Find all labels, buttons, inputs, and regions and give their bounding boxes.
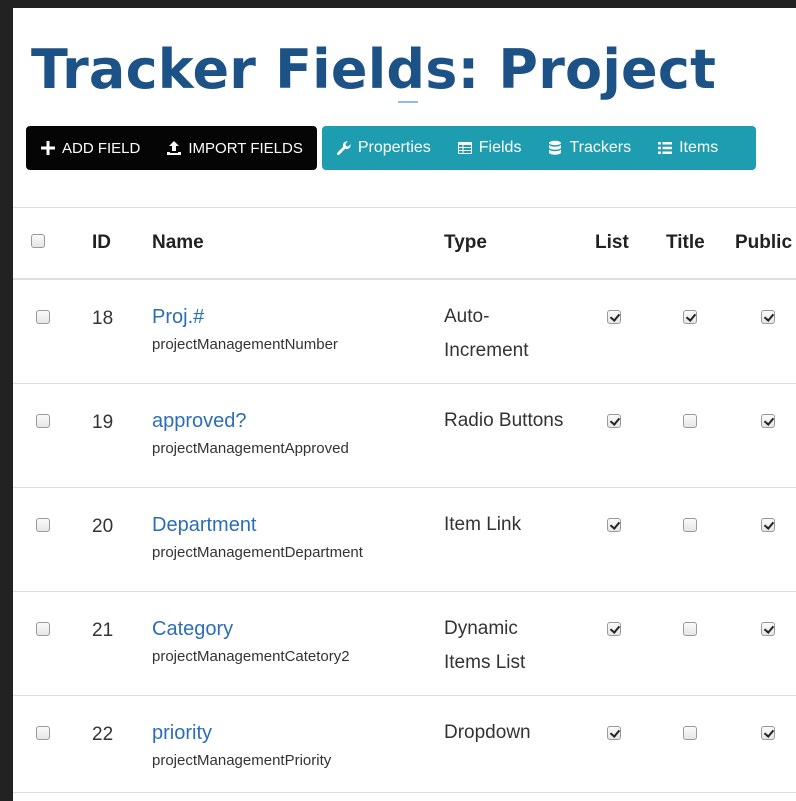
title-checkbox[interactable]	[683, 518, 697, 532]
field-name-cell: Proj.# projectManagementNumber	[152, 306, 338, 353]
table-row: 18 Proj.# projectManagementNumber Auto-I…	[13, 280, 796, 384]
toolbar: ADD FIELD IMPORT FIELDS Properties Field…	[26, 126, 756, 170]
field-type: Radio Buttons	[444, 410, 564, 431]
field-name-link[interactable]: Department	[152, 514, 363, 537]
properties-label: Properties	[357, 139, 431, 156]
field-name-cell: priority projectManagementPriority	[152, 722, 331, 769]
list-checkbox[interactable]	[607, 414, 621, 428]
trackers-button[interactable]: Trackers	[547, 139, 631, 157]
field-id: 22	[92, 724, 114, 745]
field-permname: projectManagementPriority	[152, 752, 332, 769]
select-all-checkbox[interactable]	[31, 234, 45, 248]
list-checkbox[interactable]	[607, 726, 621, 740]
upload-icon	[167, 141, 182, 155]
fields-button[interactable]: Fields	[457, 139, 522, 157]
table-header-row: ID Name Type List Title Public	[13, 208, 796, 280]
field-name-link[interactable]: Proj.#	[152, 306, 338, 329]
field-name-link[interactable]: Category	[152, 618, 350, 641]
items-button[interactable]: Items	[657, 139, 718, 157]
fields-table: ID Name Type List Title Public 18 Proj.#…	[13, 207, 796, 793]
wrench-icon	[336, 141, 351, 156]
public-checkbox[interactable]	[761, 726, 775, 740]
fields-label: Fields	[478, 139, 522, 156]
field-name-link[interactable]: priority	[152, 722, 331, 745]
public-checkbox[interactable]	[761, 310, 775, 324]
list-icon	[658, 142, 673, 154]
table-row: 21 Category projectManagementCatetory2 D…	[13, 592, 796, 696]
title-checkbox[interactable]	[683, 414, 697, 428]
properties-button[interactable]: Properties	[336, 139, 431, 157]
items-label: Items	[679, 139, 719, 156]
row-select-checkbox[interactable]	[36, 726, 50, 740]
column-header-name[interactable]: Name	[152, 232, 204, 254]
page-title: Tracker Fields: Project	[31, 38, 717, 101]
column-header-list[interactable]: List	[595, 232, 629, 254]
field-id: 18	[92, 308, 114, 329]
page: Tracker Fields: Project ADD FIELD IMPORT…	[13, 8, 796, 801]
field-id: 19	[92, 412, 114, 433]
add-field-label: ADD FIELD	[62, 139, 141, 157]
title-checkbox[interactable]	[683, 726, 697, 740]
field-id: 21	[92, 620, 114, 641]
trackers-label: Trackers	[569, 139, 632, 156]
field-name-cell: approved? projectManagementApproved	[152, 410, 349, 457]
field-name-link[interactable]: approved?	[152, 410, 349, 433]
field-permname: projectManagementApproved	[152, 440, 349, 457]
field-name-cell: Category projectManagementCatetory2	[152, 618, 350, 665]
field-id: 20	[92, 516, 114, 537]
field-type: Auto-Increment	[444, 306, 529, 361]
column-header-type[interactable]: Type	[444, 232, 487, 254]
table-row: 19 approved? projectManagementApproved R…	[13, 384, 796, 488]
column-header-public[interactable]: Public	[735, 232, 792, 254]
field-type: Item Link	[444, 514, 522, 535]
row-select-checkbox[interactable]	[36, 414, 50, 428]
field-permname: projectManagementNumber	[152, 336, 338, 353]
import-fields-button[interactable]: IMPORT FIELDS	[166, 139, 303, 157]
title-checkbox[interactable]	[683, 622, 697, 636]
title-underline-mark	[398, 101, 418, 103]
row-select-checkbox[interactable]	[36, 310, 50, 324]
row-select-checkbox[interactable]	[36, 518, 50, 532]
list-checkbox[interactable]	[607, 310, 621, 324]
table-icon	[457, 142, 472, 154]
column-header-title[interactable]: Title	[666, 232, 705, 254]
import-fields-label: IMPORT FIELDS	[188, 139, 303, 157]
field-permname: projectManagementDepartment	[152, 544, 363, 561]
plus-icon	[41, 141, 55, 155]
navigation-button-group: Properties Fields Trackers Items	[321, 126, 756, 170]
field-type: Dynamic Items List	[444, 618, 526, 673]
public-checkbox[interactable]	[761, 414, 775, 428]
field-type: Dropdown	[444, 722, 531, 743]
title-checkbox[interactable]	[683, 310, 697, 324]
column-header-id[interactable]: ID	[92, 232, 111, 254]
table-row: 22 priority projectManagementPriority Dr…	[13, 696, 796, 793]
public-checkbox[interactable]	[761, 518, 775, 532]
action-button-group: ADD FIELD IMPORT FIELDS	[26, 126, 317, 170]
field-permname: projectManagementCatetory2	[152, 648, 350, 665]
list-checkbox[interactable]	[607, 622, 621, 636]
public-checkbox[interactable]	[761, 622, 775, 636]
list-checkbox[interactable]	[607, 518, 621, 532]
field-name-cell: Department projectManagementDepartment	[152, 514, 363, 561]
table-row: 20 Department projectManagementDepartmen…	[13, 488, 796, 592]
add-field-button[interactable]: ADD FIELD	[40, 140, 140, 157]
database-icon	[549, 140, 562, 155]
row-select-checkbox[interactable]	[36, 622, 50, 636]
